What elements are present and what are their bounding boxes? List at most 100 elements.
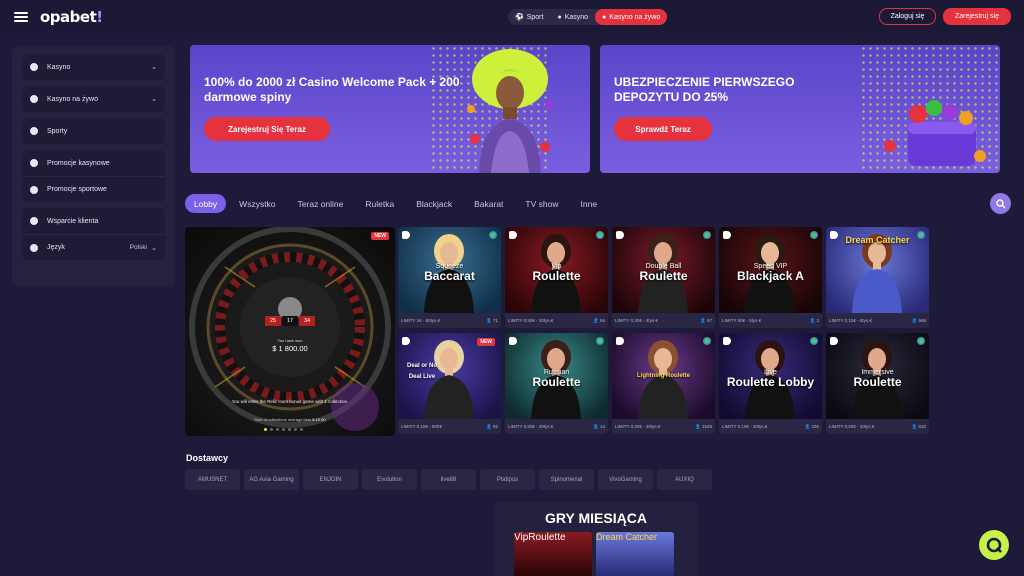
player-count: 👤 57 [700, 317, 712, 323]
tab-casino[interactable]: ● Kasyno [550, 9, 595, 25]
game-limits: LIMITY 50€ - 5tys.€ [722, 318, 762, 323]
provider-logo[interactable]: AMUSNET [185, 469, 240, 490]
casino-icon [30, 63, 38, 71]
banner-title: 100% do 2000 zł Casino Welcome Pack + 20… [204, 75, 460, 104]
provider-play-icon [723, 337, 731, 345]
new-badge: NEW [477, 338, 495, 346]
wallet-fruits-image [884, 100, 986, 166]
filter-other[interactable]: Inne [572, 194, 607, 213]
filter-all[interactable]: Wszystko [230, 194, 284, 213]
game-limits: LIMITY 0,50€ - 20tys.€ [508, 318, 554, 323]
sidebar-group: Wsparcie klienta Język Polski ⌄ [22, 208, 165, 260]
gom-card[interactable]: Dream Catcher [596, 532, 674, 576]
filter-lobby[interactable]: Lobby [185, 194, 227, 213]
filter-tv-show[interactable]: TV show [516, 194, 567, 213]
provider-play-icon [509, 231, 517, 239]
casino-chip-icon: ● [557, 13, 562, 21]
game-card[interactable]: Speed VIP Blackjack A LIMITY 50€ - 5tys.€ 👤… [719, 227, 822, 328]
game-card[interactable]: Squeeze Baccarat LIMITY 1€ - 50tys.€ 👤 71 [398, 227, 501, 328]
sidebar-item-support[interactable]: Wsparcie klienta [22, 208, 165, 234]
game-card[interactable]: Dream Catcher LIMITY 0,10€ - 5tys.€ 👤 566 [826, 227, 929, 328]
win-label: You have won [277, 338, 303, 343]
provider-play-icon [830, 337, 838, 345]
provider-play-icon [723, 231, 731, 239]
sidebar-item-sport-promotions[interactable]: Promocje sportowe [22, 176, 165, 202]
game-limits: LIMITY 0,50€ - 20tys.€ [829, 424, 875, 429]
game-limits: LIMITY 0,10€ - 5tys.€ [829, 318, 872, 323]
provider-play-icon [402, 337, 410, 345]
game-limits: LIMITY 0,10€ - 500€ [401, 424, 442, 429]
providers-title: Dostawcy [186, 453, 229, 463]
game-limits-bar: LIMITY 0,50€ - 20tys.€ 👤 56 [505, 313, 608, 328]
filter-blackjack[interactable]: Blackjack [407, 194, 461, 213]
provider-logo[interactable]: Platipus [480, 469, 535, 490]
menu-icon[interactable] [14, 12, 28, 22]
live-casino-icon [30, 95, 38, 103]
sidebar-group: Promocje kasynowe Promocje sportowe [22, 150, 165, 202]
new-badge: NEW [371, 232, 389, 240]
sidebar-item-casino[interactable]: Kasyno ⌄ [22, 54, 165, 80]
chat-button[interactable] [979, 530, 1009, 560]
globe-icon [596, 231, 604, 239]
game-limits-bar: LIMITY 0,50€ - 20tys.€ 👤 14 [505, 419, 608, 434]
game-title: Lightning Roulette [637, 373, 690, 379]
game-card[interactable]: Live Roulette Lobby LIMITY 0,10€ - 20tys.€… [719, 333, 822, 434]
register-now-button[interactable]: Zarejestruj Się Teraz [204, 117, 330, 141]
chevron-down-icon: ⌄ [151, 64, 157, 71]
sidebar-group: Kasyno ⌄ [22, 54, 165, 80]
winning-numbers: 25 17 34 [265, 316, 315, 326]
game-title: Immersive Roulette [853, 369, 902, 389]
globe-icon [489, 231, 497, 239]
tab-live-casino[interactable]: ● Kasyno na żywo [595, 9, 668, 25]
search-button[interactable] [990, 193, 1011, 214]
provider-logo[interactable]: Evolution [362, 469, 417, 490]
provider-logo[interactable]: ENJOIN [303, 469, 358, 490]
globe-icon [703, 231, 711, 239]
game-card[interactable]: Immersive Roulette LIMITY 0,50€ - 20tys.€ 👤… [826, 333, 929, 434]
deposit-insurance-banner[interactable]: UBEZPIECZENIE PIERWSZEGO DEPOZYTU DO 25%… [600, 45, 1000, 173]
sidebar-group: Kasyno na żywo ⌄ [22, 86, 165, 112]
game-card[interactable]: NEW Deal or No Deal Live LIMITY 0,10€ - 50… [398, 333, 501, 434]
carousel-dots [264, 428, 303, 431]
game-limits: LIMITY 0,10€ - 20tys.€ [722, 424, 768, 429]
featured-game-card[interactable]: NEW 25 17 34 You have won $ 1 800.00 You… [185, 227, 395, 436]
sidebar-item-sports[interactable]: Sporty [22, 118, 165, 144]
provider-logo[interactable]: VivoGaming [598, 469, 653, 490]
player-count: 👤 14 [593, 423, 605, 429]
register-button[interactable]: Zarejestruj się [943, 8, 1011, 25]
provider-logo[interactable]: AG Asia Gaming [244, 469, 299, 490]
gom-card[interactable]: VipRoulette [514, 532, 592, 576]
sidebar-item-language[interactable]: Język Polski ⌄ [22, 234, 165, 260]
sidebar-item-casino-promotions[interactable]: Promocje kasynowe [22, 150, 165, 176]
globe-icon [810, 231, 818, 239]
logo[interactable]: opabet! [40, 8, 103, 26]
game-limits-bar: LIMITY 0,20€ - 4tys.€ 👤 57 [612, 313, 715, 328]
filter-online-now[interactable]: Teraz online [289, 194, 353, 213]
login-button[interactable]: Zaloguj się [879, 8, 936, 25]
filter-roulette[interactable]: Ruletka [356, 194, 403, 213]
provider-logo[interactable]: live88 [421, 469, 476, 490]
provider-logo[interactable]: Spinomenal [539, 469, 594, 490]
promo-model-image [467, 49, 553, 173]
providers-list: AMUSNET AG Asia Gaming ENJOIN Evolution … [185, 469, 712, 490]
chat-icon [986, 537, 1002, 553]
filter-baccarat[interactable]: Bakarat [465, 194, 512, 213]
sidebar-item-live-casino[interactable]: Kasyno na żywo ⌄ [22, 86, 165, 112]
game-card[interactable]: Double Ball Roulette LIMITY 0,20€ - 4tys.€… [612, 227, 715, 328]
game-title: Live Roulette Lobby [726, 369, 815, 389]
game-limits-bar: LIMITY 50€ - 5tys.€ 👤 2 [719, 313, 822, 328]
game-card[interactable]: Russian Roulette LIMITY 0,50€ - 20tys.€ 👤 1… [505, 333, 608, 434]
provider-play-icon [402, 231, 410, 239]
search-icon [995, 198, 1005, 208]
game-card[interactable]: Vip Roulette LIMITY 0,50€ - 20tys.€ 👤 56 [505, 227, 608, 328]
game-title: Speed VIP Blackjack A [737, 263, 804, 283]
game-filter-tabs: Lobby Wszystko Teraz online Ruletka Blac… [185, 194, 610, 213]
tab-sport[interactable]: ⚽ Sport [508, 9, 550, 25]
check-now-button[interactable]: Sprawdź Teraz [614, 117, 712, 141]
provider-logo[interactable]: AUXIQ [657, 469, 712, 490]
globe-icon [703, 337, 711, 345]
game-card[interactable]: Lightning Roulette LIMITY 0,20€ - 20tys.€… [612, 333, 715, 434]
welcome-banner[interactable]: 100% do 2000 zł Casino Welcome Pack + 20… [190, 45, 590, 173]
game-title: Dream Catcher [596, 532, 658, 542]
sports-icon [30, 127, 38, 135]
